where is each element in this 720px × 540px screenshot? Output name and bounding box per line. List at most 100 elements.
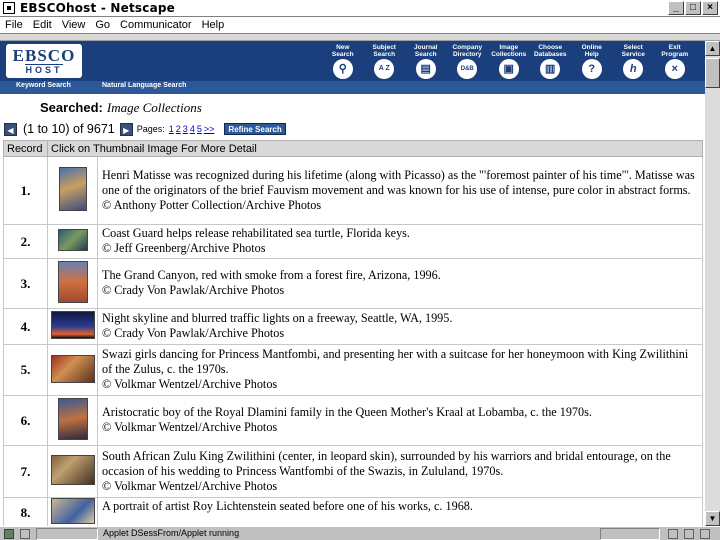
- description-text[interactable]: Night skyline and blurred traffic lights…: [102, 311, 698, 326]
- thumbnail-cell: [47, 497, 98, 526]
- record-description: The Grand Canyon, red with smoke from a …: [97, 258, 703, 309]
- progress-cell: [36, 528, 98, 540]
- minimize-button[interactable]: _: [668, 1, 684, 15]
- window-controls: _ □ ×: [668, 1, 718, 15]
- record-number: 3.: [3, 258, 48, 309]
- page-link-more[interactable]: >>: [204, 124, 215, 134]
- menu-edit[interactable]: Edit: [33, 17, 52, 33]
- description-text[interactable]: Swazi girls dancing for Princess Mantfom…: [102, 347, 698, 377]
- keyword-search-link[interactable]: Keyword Search: [16, 82, 71, 89]
- refine-search-button[interactable]: Refine Search: [224, 123, 286, 135]
- description-text[interactable]: A portrait of artist Roy Lichtenstein se…: [102, 499, 698, 514]
- subject-search-button[interactable]: Subject Search A Z: [364, 44, 406, 79]
- photo-credit: © Volkmar Wentzel/Archive Photos: [102, 377, 278, 391]
- record-header: Record: [3, 140, 48, 157]
- menu-communicator[interactable]: Communicator: [120, 17, 192, 33]
- magnifier-icon: ⚲: [332, 59, 353, 79]
- thumbnail-image[interactable]: [57, 229, 88, 251]
- searched-value: Image Collections: [106, 100, 202, 115]
- thumbnail-image[interactable]: [50, 354, 95, 383]
- discussion-icon[interactable]: [684, 529, 694, 539]
- photo-credit: © Jeff Greenberg/Archive Photos: [102, 241, 266, 255]
- online-help-button[interactable]: Online Help ?: [571, 44, 613, 79]
- vertical-scrollbar[interactable]: ▲ ▼: [705, 41, 720, 526]
- thumbnail-image[interactable]: [58, 167, 87, 211]
- maximize-button[interactable]: □: [685, 1, 701, 15]
- ebsco-logo[interactable]: EBSCO HOST: [6, 44, 82, 78]
- page-link-1[interactable]: 1: [169, 124, 174, 134]
- photo-credit: © Volkmar Wentzel/Archive Photos: [102, 478, 278, 493]
- photo-credit: © Anthony Potter Collection/Archive Phot…: [102, 197, 322, 212]
- thumbnail-image[interactable]: [57, 398, 88, 440]
- close-button[interactable]: ×: [702, 1, 718, 15]
- results-table: Record Click on Thumbnail Image For More…: [3, 140, 703, 526]
- results-page: Searched: Image Collections ◀ (1 to 10) o…: [0, 94, 705, 526]
- thumbnail-cell: [47, 308, 98, 345]
- thumbnail-image[interactable]: [50, 455, 95, 485]
- nav-label: Company Directory: [452, 44, 483, 58]
- page-link-2[interactable]: 2: [176, 124, 181, 134]
- prev-page-button[interactable]: ◀: [4, 122, 17, 136]
- image-icon: ▣: [498, 59, 519, 79]
- menu-go[interactable]: Go: [95, 17, 110, 33]
- thumbnail-image[interactable]: [57, 261, 88, 303]
- select-service-button[interactable]: Select Service h: [613, 44, 655, 79]
- table-row: 1. Henri Matisse was recognized during h…: [3, 156, 703, 225]
- thumbnail-header: Click on Thumbnail Image For More Detail: [47, 140, 703, 157]
- result-range: (1 to 10) of 9671: [23, 122, 115, 136]
- description-text[interactable]: Aristocratic boy of the Royal Dlamini fa…: [102, 405, 698, 420]
- title-bar: EBSCOhost - Netscape _ □ ×: [0, 0, 720, 17]
- image-collections-button[interactable]: Image Collections ▣: [488, 44, 530, 79]
- description-text[interactable]: Henri Matisse was recognized during his …: [102, 168, 698, 198]
- nav-label: Journal Search: [414, 44, 438, 58]
- thumbnail-cell: [47, 445, 98, 498]
- exit-icon: ×: [664, 59, 685, 79]
- menu-file[interactable]: File: [5, 17, 23, 33]
- record-number: 2.: [3, 224, 48, 259]
- description-text[interactable]: Coast Guard helps release rehabilitated …: [102, 226, 698, 241]
- company-directory-button[interactable]: Company Directory D&B: [447, 44, 489, 79]
- scroll-down-button[interactable]: ▼: [705, 511, 720, 526]
- thumbnail-cell: [47, 395, 98, 446]
- record-description: Coast Guard helps release rehabilitated …: [97, 224, 703, 259]
- table-header-row: Record Click on Thumbnail Image For More…: [3, 140, 703, 157]
- natural-language-search-link[interactable]: Natural Language Search: [102, 82, 186, 89]
- nav-label: Select Service: [621, 44, 645, 58]
- thumbnail-cell: [47, 344, 98, 396]
- description-text[interactable]: South African Zulu King Zwilithini (cent…: [102, 449, 698, 479]
- menu-view[interactable]: View: [62, 17, 86, 33]
- page-link-5[interactable]: 5: [197, 124, 202, 134]
- table-row: 7. South African Zulu King Zwilithini (c…: [3, 445, 703, 498]
- thumbnail-cell: [47, 156, 98, 225]
- page-link-3[interactable]: 3: [183, 124, 188, 134]
- help-icon: ?: [581, 59, 602, 79]
- menu-bar: File Edit View Go Communicator Help: [0, 17, 720, 34]
- scroll-thumb[interactable]: [705, 58, 720, 88]
- status-text: Applet DSessFrom/Applet running: [103, 528, 240, 538]
- scroll-up-button[interactable]: ▲: [705, 41, 720, 56]
- searched-label: Searched:: [40, 100, 103, 115]
- record-description: South African Zulu King Zwilithini (cent…: [97, 445, 703, 498]
- next-page-button[interactable]: ▶: [119, 122, 133, 136]
- record-number: 4.: [3, 308, 48, 345]
- mail-icon[interactable]: [668, 529, 678, 539]
- exit-program-button[interactable]: Exit Program ×: [654, 44, 696, 79]
- pages-label: Pages:: [136, 124, 165, 134]
- thumbnail-image[interactable]: [50, 498, 95, 524]
- description-text[interactable]: The Grand Canyon, red with smoke from a …: [102, 268, 698, 283]
- menu-help[interactable]: Help: [202, 17, 225, 33]
- table-row: 8. A portrait of artist Roy Lichtenstein…: [3, 497, 703, 526]
- photo-credit: © Crady Von Pawlak/Archive Photos: [102, 326, 285, 340]
- page-link-4[interactable]: 4: [190, 124, 195, 134]
- choose-databases-button[interactable]: Choose Databases ▥: [530, 44, 572, 79]
- journal-search-button[interactable]: Journal Search ▤: [405, 44, 447, 79]
- record-description: Henri Matisse was recognized during his …: [97, 156, 703, 225]
- logo-line1: EBSCO: [12, 45, 76, 65]
- new-search-button[interactable]: New Search ⚲: [322, 44, 364, 79]
- a-z-icon: A Z: [374, 59, 395, 79]
- composer-icon[interactable]: [700, 529, 710, 539]
- pager: ◀ (1 to 10) of 9671 ▶ Pages: 1 2 3 4 5 >…: [4, 122, 286, 136]
- thumbnail-image[interactable]: [50, 311, 95, 339]
- table-row: 3. The Grand Canyon, red with smoke from…: [3, 258, 703, 309]
- security-lock-icon[interactable]: [4, 529, 14, 539]
